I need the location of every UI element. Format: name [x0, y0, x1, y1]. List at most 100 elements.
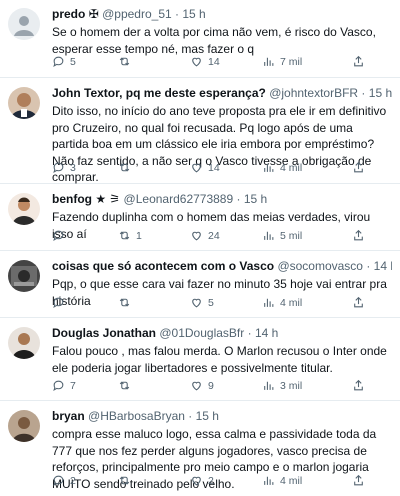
author-badge: ✠ [88, 7, 99, 21]
retweet-button[interactable] [118, 296, 136, 309]
like-button[interactable]: 14 [190, 161, 220, 174]
author-handle[interactable]: @ppedro_51 [102, 7, 172, 21]
share-button[interactable] [352, 229, 365, 242]
avatar[interactable] [8, 87, 40, 119]
timestamp[interactable]: 14 h [255, 326, 278, 340]
tweet[interactable]: coisas que só acontecem com o Vasco @soc… [0, 252, 400, 318]
reply-button[interactable]: 2 [52, 474, 76, 487]
retweet-icon [118, 379, 131, 392]
views-button[interactable]: 4 mil [262, 474, 302, 487]
views-count: 4 mil [280, 474, 303, 487]
separator-dot: · [236, 192, 241, 206]
timestamp[interactable]: 15 h [182, 7, 205, 21]
avatar[interactable] [8, 260, 40, 292]
reply-icon [52, 296, 65, 309]
retweet-button[interactable]: 1 [118, 229, 142, 242]
author-handle[interactable]: @HBarbosaBryan [88, 409, 185, 423]
tweet-actions: 2 2 4 mil [52, 474, 392, 490]
like-button[interactable]: 5 [190, 296, 214, 309]
tweet[interactable]: bryan @HBarbosaBryan · 15 h compra esse … [0, 402, 400, 496]
reply-button[interactable]: 7 [52, 379, 76, 392]
tweet-header: Douglas Jonathan @01DouglasBfr · 14 h [52, 325, 392, 341]
share-icon [352, 379, 365, 392]
heart-icon [190, 379, 203, 392]
reply-button[interactable]: 5 [52, 55, 76, 68]
timestamp[interactable]: 15 h [196, 409, 219, 423]
views-icon [262, 296, 275, 309]
like-button[interactable]: 9 [190, 379, 214, 392]
author-handle[interactable]: @johntextorBFR [269, 86, 358, 100]
views-icon [262, 161, 275, 174]
tweet-text: Se o homem der a volta por cima não vem,… [52, 25, 376, 56]
separator-dot: · [366, 259, 371, 273]
share-button[interactable] [352, 161, 365, 174]
timestamp[interactable]: 14 h [374, 259, 392, 273]
reply-icon [52, 379, 65, 392]
avatar[interactable] [8, 193, 40, 225]
separator-dot: · [188, 409, 193, 423]
share-icon [352, 161, 365, 174]
tweet[interactable]: John Textor, pq me deste esperança? @joh… [0, 79, 400, 184]
views-button[interactable]: 5 mil [262, 229, 302, 242]
retweet-button[interactable] [118, 161, 136, 174]
tweet[interactable]: benfog ★ ⚞ @Leonard62773889 · 15 h Fazen… [0, 185, 400, 251]
heart-icon [190, 161, 203, 174]
retweet-button[interactable] [118, 55, 136, 68]
share-button[interactable] [352, 55, 365, 68]
like-button[interactable]: 24 [190, 229, 220, 242]
views-button[interactable]: 4 mil [262, 161, 302, 174]
heart-icon [190, 55, 203, 68]
retweet-button[interactable] [118, 474, 136, 487]
reply-button[interactable] [52, 229, 70, 242]
share-button[interactable] [352, 379, 365, 392]
author-name[interactable]: John Textor, pq me deste esperança? [52, 86, 266, 100]
like-count: 5 [208, 296, 214, 309]
author-handle[interactable]: @01DouglasBfr [159, 326, 244, 340]
reply-count: 2 [70, 474, 76, 487]
timestamp[interactable]: 15 h [244, 192, 267, 206]
views-icon [262, 229, 275, 242]
views-button[interactable]: 4 mil [262, 296, 302, 309]
reply-count: 3 [70, 161, 76, 174]
author-name[interactable]: predo [52, 7, 85, 21]
author-name[interactable]: Douglas Jonathan [52, 326, 156, 340]
tweet-actions: 5 4 mil [52, 296, 392, 312]
share-button[interactable] [352, 474, 365, 487]
author-handle[interactable]: @Leonard62773889 [124, 192, 234, 206]
avatar[interactable] [8, 410, 40, 442]
tweet[interactable]: Douglas Jonathan @01DouglasBfr · 14 h Fa… [0, 319, 400, 401]
retweet-button[interactable] [118, 379, 136, 392]
like-count: 2 [208, 474, 214, 487]
tweet-header: benfog ★ ⚞ @Leonard62773889 · 15 h [52, 191, 392, 207]
reply-count: 7 [70, 379, 76, 392]
author-name[interactable]: bryan [52, 409, 85, 423]
tweet-actions: 7 9 3 mil [52, 379, 392, 395]
tweet-header: coisas que só acontecem com o Vasco @soc… [52, 258, 392, 274]
reply-icon [52, 229, 65, 242]
share-button[interactable] [352, 296, 365, 309]
reply-button[interactable] [52, 296, 70, 309]
share-icon [352, 474, 365, 487]
views-icon [262, 379, 275, 392]
avatar[interactable] [8, 327, 40, 359]
author-name[interactable]: coisas que só acontecem com o Vasco [52, 259, 274, 273]
tweet-feed: predo ✠ @ppedro_51 · 15 h Se o homem der… [0, 0, 400, 496]
tweet-actions: 1 24 5 mil [52, 229, 392, 245]
author-badge: ★ ⚞ [95, 192, 121, 206]
tweet-actions: 3 14 4 mil [52, 161, 392, 177]
views-button[interactable]: 3 mil [262, 379, 302, 392]
author-name[interactable]: benfog [52, 192, 92, 206]
views-button[interactable]: 7 mil [262, 55, 302, 68]
author-handle[interactable]: @socomovasco [277, 259, 363, 273]
tweet[interactable]: predo ✠ @ppedro_51 · 15 h Se o homem der… [0, 0, 400, 78]
like-button[interactable]: 2 [190, 474, 214, 487]
avatar[interactable] [8, 8, 40, 40]
reply-button[interactable]: 3 [52, 161, 76, 174]
tweet-header: predo ✠ @ppedro_51 · 15 h [52, 6, 392, 22]
views-count: 3 mil [280, 379, 303, 392]
timestamp[interactable]: 15 h [369, 86, 392, 100]
share-icon [352, 296, 365, 309]
heart-icon [190, 474, 203, 487]
retweet-icon [118, 474, 131, 487]
like-button[interactable]: 14 [190, 55, 220, 68]
